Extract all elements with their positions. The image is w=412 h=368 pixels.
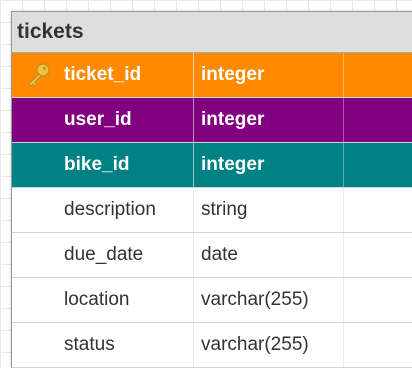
column-type: integer bbox=[201, 64, 265, 85]
icon-cell bbox=[12, 188, 64, 232]
column-type: integer bbox=[201, 109, 265, 130]
column-row-location[interactable]: location varchar(255) bbox=[12, 278, 412, 323]
key-icon bbox=[28, 63, 50, 87]
icon-cell bbox=[12, 98, 64, 142]
icon-cell bbox=[12, 323, 64, 367]
icon-cell bbox=[12, 143, 64, 187]
column-name: due_date bbox=[64, 244, 144, 265]
column-row-status[interactable]: status varchar(255) bbox=[12, 323, 412, 368]
column-type: varchar(255) bbox=[201, 334, 309, 355]
key-icon-cell bbox=[12, 53, 64, 97]
icon-cell bbox=[12, 233, 64, 277]
column-name: status bbox=[64, 334, 115, 355]
column-name: description bbox=[64, 199, 156, 220]
column-type: date bbox=[201, 244, 238, 265]
column-row-ticket-id[interactable]: ticket_id integer bbox=[12, 53, 412, 98]
column-row-due-date[interactable]: due_date date bbox=[12, 233, 412, 278]
column-name: bike_id bbox=[64, 154, 130, 175]
column-row-user-id[interactable]: user_id integer bbox=[12, 98, 412, 143]
column-name: location bbox=[64, 289, 130, 310]
column-row-bike-id[interactable]: bike_id integer bbox=[12, 143, 412, 188]
column-name: ticket_id bbox=[64, 64, 142, 85]
column-type: string bbox=[201, 199, 248, 220]
icon-cell bbox=[12, 278, 64, 322]
table-title[interactable]: tickets bbox=[12, 12, 412, 53]
column-type: integer bbox=[201, 154, 265, 175]
column-row-description[interactable]: description string bbox=[12, 188, 412, 233]
column-name: user_id bbox=[64, 109, 132, 130]
tickets-table[interactable]: tickets ticket_id integer user_id intege… bbox=[11, 11, 412, 368]
column-type: varchar(255) bbox=[201, 289, 309, 310]
